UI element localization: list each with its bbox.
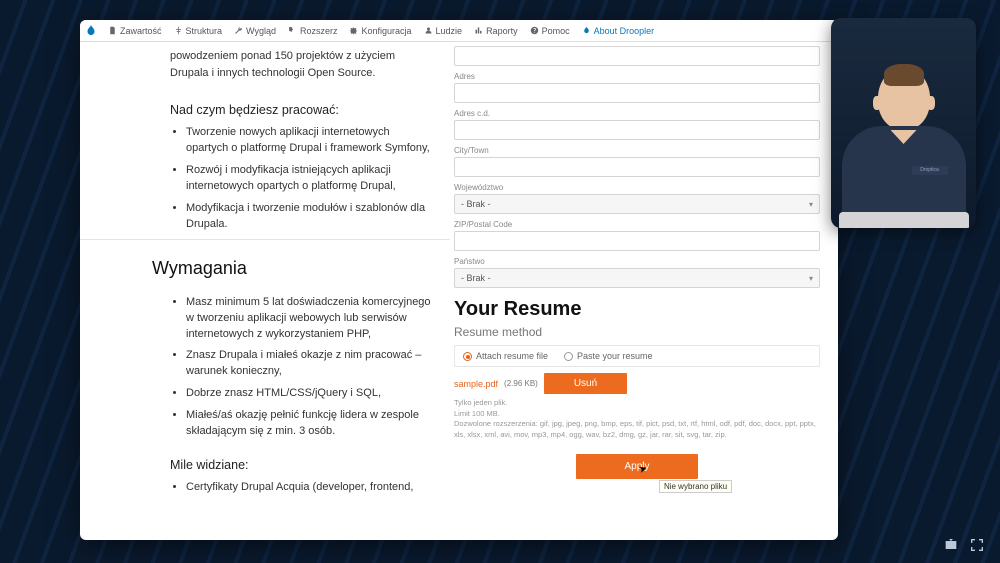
webcam-overlay: Droptica [831,18,976,228]
application-form-column: Adres Adres c.d. City/Town Województwo -… [450,42,838,540]
gear-icon [349,26,358,35]
apply-wrapper: Apply ➤ Nie wybrano pliku [454,454,820,479]
heading-work: Nad czym będziesz pracować: [170,103,432,117]
province-select[interactable]: - Brak - [454,194,820,214]
zip-input[interactable] [454,231,820,251]
nice-list: Certyfikaty Drupal Acquia (developer, fr… [170,480,432,496]
uploaded-file-size: (2.96 KB) [504,379,538,388]
file-tooltip: Nie wybrano pliku [659,480,732,493]
hint-line: Limit 100 MB. [454,409,820,420]
city-input[interactable] [454,157,820,177]
upload-hint: Tylko jeden plik. Limit 100 MB. Dozwolon… [454,398,820,440]
puzzle-icon [288,26,297,35]
heading-nice-to-have: Mile widziane: [170,458,432,472]
admin-toolbar: Zawartość Struktura Wygląd Rozszerz Konf… [80,20,838,42]
radio-attach-file[interactable]: Attach resume file [463,351,548,361]
list-item: Masz minimum 5 lat doświadczenia komercy… [186,295,432,343]
job-description-column: powodzeniem ponad 150 projektów z użycie… [80,42,450,540]
admin-item-label: Struktura [186,26,223,36]
wrench-icon [234,26,243,35]
stream-controls [942,537,986,553]
requirements-list: Masz minimum 5 lat doświadczenia komercy… [170,295,432,441]
torso-shape: Droptica [842,126,966,226]
radio-label: Attach resume file [476,351,548,361]
laptop-edge [839,212,969,228]
city-label: City/Town [454,146,820,155]
admin-item-reports[interactable]: Raporty [468,26,524,36]
radio-icon [463,352,472,361]
province-value: - Brak - [461,199,491,209]
admin-item-label: About Droopler [594,26,655,36]
admin-item-config[interactable]: Konfiguracja [343,26,417,36]
bar-chart-icon [474,26,483,35]
intro-text: powodzeniem ponad 150 projektów z użycie… [170,48,432,81]
admin-item-label: Raporty [486,26,518,36]
address2-label: Adres c.d. [454,109,820,118]
uploaded-file-row: sample.pdf (2.96 KB) Usuń [454,373,820,394]
admin-item-label: Konfiguracja [361,26,411,36]
head-shape [878,68,930,130]
shirt-badge: Droptica [912,166,948,175]
province-label: Województwo [454,183,820,192]
admin-item-label: Rozszerz [300,26,338,36]
admin-item-appearance[interactable]: Wygląd [228,26,282,36]
admin-item-label: Ludzie [436,26,463,36]
remove-file-button[interactable]: Usuń [544,373,627,394]
uploaded-file-name[interactable]: sample.pdf [454,379,498,389]
admin-item-label: Wygląd [246,26,276,36]
admin-item-label: Zawartość [120,26,162,36]
help-icon [530,26,539,35]
presenter-figure: Droptica [839,58,969,228]
list-item: Certyfikaty Drupal Acquia (developer, fr… [186,480,432,496]
list-item: Dobrze znasz HTML/CSS/jQuery i SQL, [186,386,432,402]
address-input[interactable] [454,46,820,66]
radio-label: Paste your resume [577,351,653,361]
fullscreen-icon[interactable] [968,537,986,553]
admin-item-about-droopler[interactable]: About Droopler [576,26,661,36]
file-icon [108,26,117,35]
admin-item-help[interactable]: Pomoc [524,26,576,36]
section-divider [80,239,450,240]
country-label: Państwo [454,257,820,266]
resume-method-label: Resume method [454,325,820,339]
admin-item-content[interactable]: Zawartość [102,26,168,36]
list-item: Miałeś/aś okazję pełnić funkcję lidera w… [186,408,432,440]
resume-method-radiogroup: Attach resume file Paste your resume [454,345,820,367]
country-select[interactable]: - Brak - [454,268,820,288]
radio-icon [564,352,573,361]
admin-item-extend[interactable]: Rozszerz [282,26,344,36]
address-label: Adres [454,72,820,81]
list-item: Modyfikacja i tworzenie modułów i szablo… [186,201,432,233]
structure-icon [174,26,183,35]
hint-line: Dozwolone rozszerzenia: gif, jpg, jpeg, … [454,419,820,440]
heading-requirements: Wymagania [152,258,432,285]
address-input-2[interactable] [454,83,820,103]
admin-item-label: Pomoc [542,26,570,36]
window-body: powodzeniem ponad 150 projektów z użycie… [80,42,838,540]
admin-item-structure[interactable]: Struktura [168,26,229,36]
hint-line: Tylko jeden plik. [454,398,820,409]
list-item: Rozwój i modyfikacja istniejących aplika… [186,163,432,195]
zip-label: ZIP/Postal Code [454,220,820,229]
radio-paste-resume[interactable]: Paste your resume [564,351,653,361]
droopler-icon [582,26,591,35]
country-value: - Brak - [461,273,491,283]
drupal-logo-icon [84,24,98,38]
field-address [454,46,820,66]
address-cont-input[interactable] [454,120,820,140]
browser-window: Zawartość Struktura Wygląd Rozszerz Konf… [80,20,838,540]
tv-icon[interactable] [942,537,960,553]
list-item: Tworzenie nowych aplikacji internetowych… [186,125,432,157]
work-list: Tworzenie nowych aplikacji internetowych… [170,125,432,233]
person-icon [424,26,433,35]
resume-heading: Your Resume [454,298,820,321]
list-item: Znasz Drupala i miałeś okazje z nim prac… [186,348,432,380]
admin-item-people[interactable]: Ludzie [418,26,469,36]
